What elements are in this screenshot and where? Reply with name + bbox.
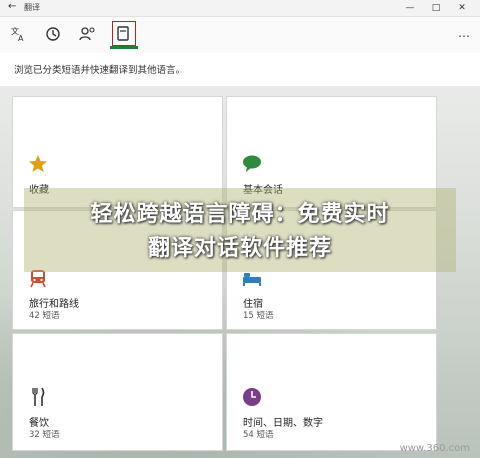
back-button[interactable]: ← [8, 1, 16, 12]
translate-icon: 文 A [11, 26, 24, 42]
category-card-dining[interactable]: 餐饮 32 短语 [12, 333, 223, 451]
toolbar: 文 A ⋯ [0, 17, 480, 53]
phrasebook-button[interactable] [110, 21, 138, 49]
history-button[interactable] [40, 21, 68, 49]
category-count: 42 短语 [29, 311, 60, 321]
banner-line-2: 翻译对话软件推荐 [147, 236, 332, 261]
fork-knife-icon [32, 387, 45, 406]
minimize-button[interactable]: — [398, 0, 422, 16]
history-icon [46, 27, 60, 41]
category-card-time-date-numbers[interactable]: 时间、日期、数字 54 短语 [226, 333, 437, 451]
category-label: 住宿 [243, 299, 263, 310]
window-title: 翻译 [24, 3, 40, 12]
conversation-button[interactable] [74, 21, 102, 49]
svg-text:A: A [18, 34, 24, 42]
close-button[interactable]: ✕ [450, 0, 474, 16]
conversation-icon [79, 27, 95, 41]
category-count: 54 短语 [243, 430, 274, 440]
translate-button[interactable]: 文 A [6, 21, 34, 49]
category-label: 餐饮 [29, 418, 49, 429]
promo-banner: 轻松跨越语言障碍：免费实时 翻译对话软件推荐 [24, 188, 456, 272]
more-options-icon[interactable]: ⋯ [458, 29, 470, 43]
star-icon [29, 155, 47, 172]
maximize-button[interactable]: □ [424, 0, 448, 16]
page-subtitle: 浏览已分类短语并快速翻译到其他语言。 [14, 65, 186, 76]
watermark: www.360.com [399, 443, 470, 454]
category-count: 32 短语 [29, 430, 60, 440]
banner-line-1: 轻松跨越语言障碍：免费实时 [90, 202, 390, 227]
category-label: 时间、日期、数字 [243, 418, 323, 429]
category-count: 15 短语 [243, 311, 274, 321]
clock-icon [243, 388, 261, 406]
title-bar: ← 翻译 — □ ✕ [0, 0, 480, 17]
category-label: 旅行和路线 [29, 299, 79, 310]
phrasebook-icon [117, 26, 129, 41]
chat-bubble-icon [243, 155, 261, 172]
